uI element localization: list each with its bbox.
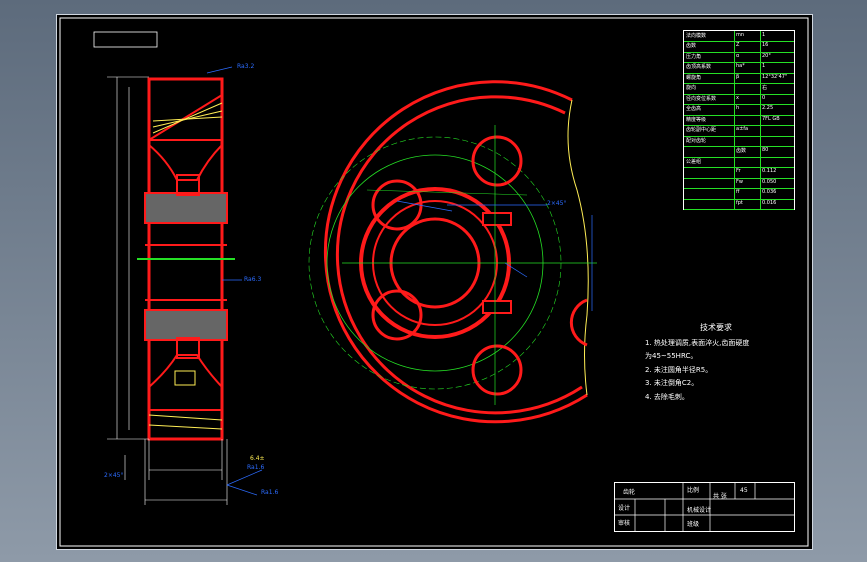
param-cell: β (736, 73, 740, 80)
dim-label-bottom: Ra1.6 (261, 489, 279, 496)
param-cell: 齿数 (736, 148, 747, 155)
param-cell: 16 (762, 42, 769, 49)
param-cell: 螺旋角 (686, 74, 702, 81)
param-cell: 旋向 (686, 85, 697, 92)
title-block-scale: 比例 (687, 487, 700, 494)
dim-label-chamfer: 2×45° (104, 472, 124, 479)
param-cell: x (736, 94, 739, 101)
tech-req-line-3: 2. 未注圆角半径R5。 (645, 366, 713, 374)
param-col-divider (734, 31, 735, 209)
param-cell: 2.25 (762, 105, 774, 112)
dim-label-middle: Ra6.3 (244, 276, 262, 283)
param-cell: 20° (762, 52, 771, 59)
param-cell: 7FL GB (762, 115, 780, 122)
param-col-divider (760, 31, 761, 209)
param-cell: 径向变位系数 (686, 95, 717, 102)
param-cell: ha* (736, 63, 745, 70)
param-cell: 法向模数 (686, 33, 707, 39)
param-cell: 右 (762, 85, 768, 92)
param-cell: 齿顶高系数 (686, 64, 712, 71)
tech-req-line-4: 3. 未注倒角C2。 (645, 379, 699, 387)
param-cell: fpt (736, 199, 743, 206)
param-cell: 压力角 (686, 53, 702, 60)
param-cell: 80 (762, 147, 769, 154)
param-cell: 齿数 (686, 43, 697, 50)
param-cell: 0.016 (762, 199, 777, 206)
title-block-material: 45 (740, 487, 748, 494)
title-block: 齿轮 比例 45 共 张 设计 审核 机械设计 班级 (614, 482, 795, 532)
section-view (107, 66, 263, 505)
param-cell: 0.036 (762, 189, 777, 196)
title-block-class: 班级 (687, 521, 700, 528)
title-block-school: 机械设计 (687, 507, 712, 514)
dim-label-top: Ra3.2 (237, 63, 255, 70)
param-cell: 配对齿轮 (686, 137, 707, 144)
dim-label-keyway: 2×45° (547, 200, 567, 207)
title-block-designer: 设计 (618, 505, 631, 512)
dim-label-tolerance: 6.4± (250, 455, 265, 462)
param-cell: a±fa (736, 126, 749, 133)
param-cell: 0.050 (762, 178, 777, 185)
technical-requirements-title: 技术要求 (700, 323, 732, 332)
tech-req-line-1: 1. 热处理调质,表面淬火,齿面硬度 (645, 339, 750, 347)
param-cell: 齿轮副中心距 (686, 127, 717, 134)
param-cell: 精度等级 (686, 116, 707, 123)
param-cell: h (736, 105, 740, 112)
tech-req-line-5: 4. 去除毛刺。 (645, 393, 689, 401)
param-cell: α (736, 52, 740, 59)
param-cell: Fw (736, 178, 743, 185)
param-cell: 公差组 (686, 158, 702, 165)
parameter-table: 法向模数 mn 1 齿数 Z 16 压力角 α 20° 齿顶高系数 ha* 1 螺旋角 β 12°32'47… (683, 30, 795, 210)
param-cell: 12°32'47" (762, 73, 788, 80)
corner-tag-box (93, 31, 158, 48)
param-cell: mn (736, 32, 745, 38)
param-cell: ff (736, 189, 740, 196)
title-block-checker: 审核 (618, 520, 631, 527)
param-cell: Fr (736, 168, 741, 175)
title-block-name: 齿轮 (623, 489, 636, 496)
param-cell: 0 (762, 94, 766, 101)
tech-req-line-2: 为45~55HRC。 (645, 352, 698, 360)
param-cell: Z (736, 42, 740, 49)
param-cell: 全齿高 (686, 106, 702, 113)
param-cell: 1 (762, 32, 766, 38)
title-block-sheet: 共 张 (713, 493, 727, 500)
front-view (308, 80, 597, 424)
param-cell: 0.112 (762, 168, 777, 175)
param-cell: 1 (762, 63, 766, 70)
param-row-divider (684, 209, 794, 210)
dim-label-finish: Ra1.6 (247, 464, 265, 471)
